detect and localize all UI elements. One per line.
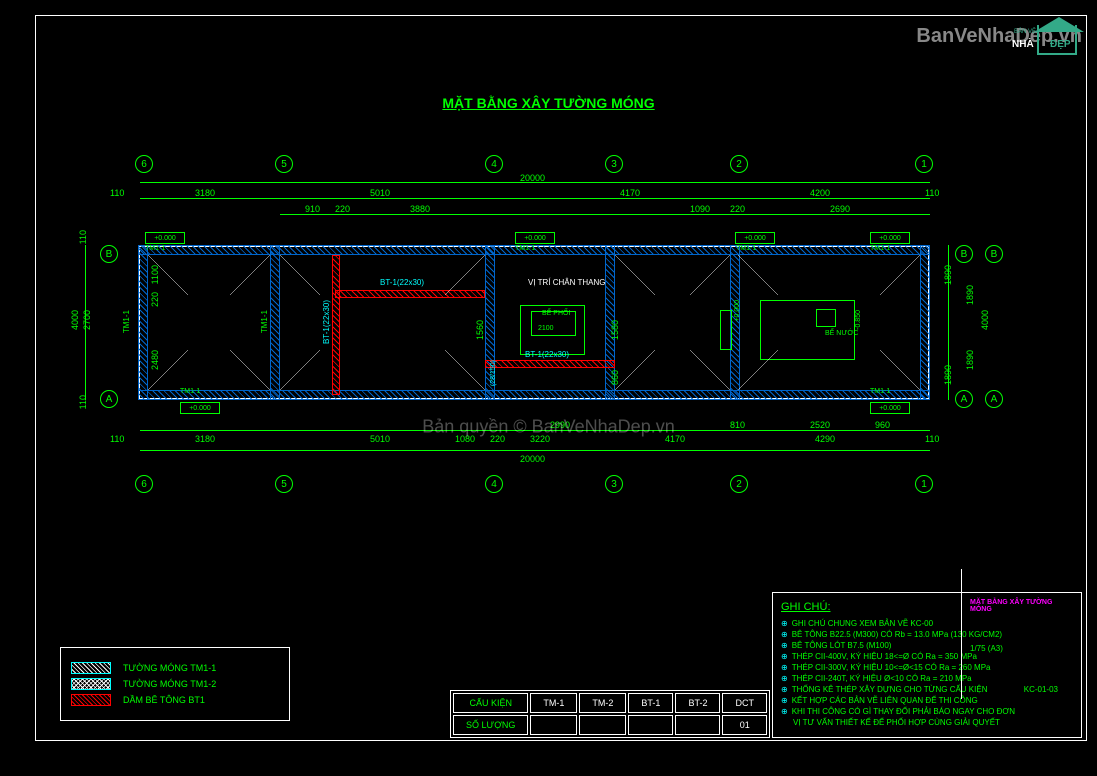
- dim: 220: [730, 204, 745, 214]
- dim: 910: [305, 204, 320, 214]
- title-block: MẶT BẰNG XÂY TƯỜNG MÓNG 1/75 (A3) KC-01-…: [961, 569, 1066, 699]
- dim-bot-total: [140, 450, 930, 451]
- grid-b-right2: B: [985, 245, 1003, 263]
- grid-1-bot: 1: [915, 475, 933, 493]
- dim: 4170: [620, 188, 640, 198]
- grid-5-top: 5: [275, 155, 293, 173]
- grid-6-bot: 6: [135, 475, 153, 493]
- site-logo: BẢN VẼ NHÀ ĐẸP: [1012, 15, 1082, 65]
- ref3: +0.000: [735, 232, 775, 244]
- grid-4-bot: 4: [485, 475, 503, 493]
- ref-bot2: +0.000: [870, 402, 910, 414]
- grid-2-top: 2: [730, 155, 748, 173]
- grid-b-right: B: [955, 245, 973, 263]
- grid-3-bot: 3: [605, 475, 623, 493]
- dim: 110: [110, 188, 124, 198]
- dim: 5010: [370, 188, 390, 198]
- dim: 110: [925, 188, 939, 198]
- ref2: +0.000: [515, 232, 555, 244]
- slab-diagonals: [138, 245, 930, 400]
- legend-box: TƯỜNG MÓNG TM1-1 TƯỜNG MÓNG TM1-2 DẦM BÊ…: [60, 647, 290, 721]
- ref-bot1: +0.000: [180, 402, 220, 414]
- grid-a-right2: A: [985, 390, 1003, 408]
- legend-item: TƯỜNG MÓNG TM1-2: [71, 678, 279, 690]
- dim: 220: [335, 204, 350, 214]
- grid-5-bot: 5: [275, 475, 293, 493]
- grid-2-bot: 2: [730, 475, 748, 493]
- grid-3-top: 3: [605, 155, 623, 173]
- ref-tm1: +0.000: [145, 232, 185, 244]
- grid-b-left: B: [100, 245, 118, 263]
- schedule-table: CẤU KIỆN TM-1 TM-2 BT-1 BT-2 DCT SỐ LƯỢN…: [450, 690, 770, 738]
- dim: 1090: [690, 204, 710, 214]
- grid-6-top: 6: [135, 155, 153, 173]
- ref4: +0.000: [870, 232, 910, 244]
- notes-box: GHI CHÚ: ⊕GHI CHÚ CHUNG XEM BẢN VẼ KC-00…: [772, 592, 1082, 738]
- dim-20000: 20000: [520, 173, 545, 183]
- dim-top-row2: [280, 214, 930, 215]
- legend-item: DẦM BÊ TÔNG BT1: [71, 694, 279, 706]
- drawing-title: MẶT BẰNG XÂY TƯỜNG MÓNG: [442, 95, 654, 111]
- dim: 2690: [830, 204, 850, 214]
- dim-top-row: [140, 198, 930, 199]
- grid-1-top: 1: [915, 155, 933, 173]
- legend-item: TƯỜNG MÓNG TM1-1: [71, 662, 279, 674]
- watermark-center: Bản quyền © BanVeNhaDep.vn: [422, 416, 674, 437]
- grid-a-left: A: [100, 390, 118, 408]
- grid-a-right: A: [955, 390, 973, 408]
- dim: 4200: [810, 188, 830, 198]
- dim: 3180: [195, 188, 215, 198]
- dim: 3880: [410, 204, 430, 214]
- grid-4-top: 4: [485, 155, 503, 173]
